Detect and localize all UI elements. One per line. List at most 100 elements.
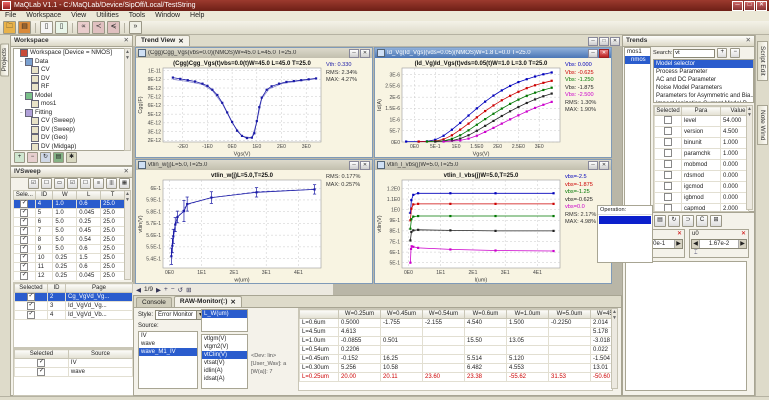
nav-reset[interactable]: ↺ (178, 286, 183, 294)
ivsweep-row[interactable]: ✓110.250.625.0 (14, 263, 125, 272)
iv-filter-icon[interactable]: ▭ (54, 178, 65, 189)
parameter-row[interactable]: level54.000 (655, 116, 750, 127)
category-list-item[interactable]: Parameters for Asymmetric and Bia... (654, 92, 753, 100)
quantity-list-item[interactable]: vtlgm(V) (202, 335, 247, 343)
monitor-row[interactable]: L=1.0um-0.08550.50115.5013.05-3.018 (300, 337, 614, 346)
category-list-item[interactable]: Model selector (654, 60, 753, 68)
column-header[interactable]: T (101, 191, 125, 200)
source-row[interactable]: ✓wave (15, 368, 133, 377)
ivsweep-row[interactable]: ✓85.00.5425.0 (14, 236, 125, 245)
menu-view[interactable]: View (66, 11, 91, 21)
tuner-back-icon[interactable]: ⊃ (682, 215, 694, 227)
category-list-item[interactable]: Impact Ionization Current Model P... (654, 100, 753, 103)
column-header[interactable]: W=45.0um (591, 310, 614, 319)
model-list-item[interactable]: mos1 (625, 48, 650, 56)
ws-add-icon[interactable]: + (14, 152, 25, 163)
row-checkbox[interactable]: ✓ (20, 218, 28, 226)
connect-icon[interactable]: ≼ (107, 21, 120, 34)
ws-remove-icon[interactable]: − (27, 152, 38, 163)
row-checkbox[interactable] (664, 204, 672, 212)
nav-next[interactable]: ▶ (156, 286, 161, 294)
plot-window-titlebar[interactable]: vtlin_l_vbs(j)W=5.0,T=25.0─✕ (375, 160, 611, 170)
column-header[interactable]: Source (68, 350, 132, 359)
tree-item[interactable]: DV (Midgap) (14, 143, 124, 152)
menu-help[interactable]: Help (185, 11, 209, 21)
new-document-icon[interactable]: ▯ (40, 21, 53, 34)
quantity-list-item[interactable]: idlin(A) (202, 367, 247, 375)
tree-expander-icon[interactable]: − (19, 92, 24, 101)
iv-grid-icon[interactable]: ▦ (119, 178, 130, 189)
group-list-item[interactable]: L_W(um) (202, 310, 247, 318)
row-checkbox[interactable] (664, 138, 672, 146)
column-header[interactable] (300, 310, 339, 319)
plot-window-titlebar[interactable]: Id_Vg(Id_Vgs)(vds=0.05)(NMOS)W=1.8 L=0.0… (375, 48, 611, 58)
plot-window-titlebar[interactable]: (Cgg)Cgg_Vgs(vbs=0.0)(NMOS)W=45.0 L=45.0… (136, 48, 372, 58)
workspace-close-icon[interactable]: ✕ (124, 36, 129, 46)
column-header[interactable]: W=0.45um (381, 310, 423, 319)
monitor-row[interactable]: L=0.30um5.25610.586.4824.55313.01 (300, 364, 614, 373)
menu-workspace[interactable]: Workspace (21, 11, 66, 21)
import-data-icon[interactable]: ▯ (55, 21, 68, 34)
tuner-spinner[interactable]: ◀1.67e-2▶ (691, 239, 747, 249)
row-checkbox[interactable]: ✓ (20, 272, 28, 280)
plot-close-button[interactable]: ✕ (360, 49, 370, 58)
tree-item[interactable]: CV (Sweep) (14, 117, 124, 126)
quantity-list-item[interactable]: vtsat(V) (202, 359, 247, 367)
column-header[interactable]: W=1.0um (507, 310, 549, 319)
column-header[interactable]: W=0.6um (465, 310, 507, 319)
row-checkbox[interactable] (664, 116, 672, 124)
column-header[interactable]: L (77, 191, 101, 200)
tree-expander-icon[interactable]: − (19, 109, 24, 118)
plot-minimize-button[interactable]: ─ (349, 49, 359, 58)
search-input[interactable] (673, 49, 715, 58)
parameter-row[interactable]: igbmod0.000 (655, 193, 750, 204)
row-checkbox[interactable]: ✓ (20, 263, 28, 271)
tree-item[interactable]: DV (Sweep) (14, 126, 124, 135)
tuner-undo-icon[interactable]: ↻ (668, 215, 680, 227)
iv-uncheck-all-icon[interactable]: ☐ (41, 178, 52, 189)
parameter-row[interactable]: igcmod0.000 (655, 182, 750, 193)
style-dropdown[interactable]: Error Monitor ▾ (155, 310, 207, 320)
menu-file[interactable]: File (0, 11, 21, 21)
open-workspace-icon[interactable]: 🗀 (3, 21, 16, 34)
tab-raw-monitor[interactable]: RAW-Monitor(:) ✕ (174, 296, 242, 307)
row-checkbox[interactable] (664, 182, 672, 190)
row-checkbox[interactable] (664, 160, 672, 168)
quantity-list-item[interactable]: idsat(A) (202, 375, 247, 383)
nav-zoom-out[interactable]: − (171, 286, 175, 293)
iv-cols-icon[interactable]: ||| (106, 178, 117, 189)
monitor-scrollbar[interactable]: ▲▼ (611, 308, 618, 389)
row-checkbox[interactable]: ✓ (20, 200, 28, 208)
ivsweep-row[interactable]: ✓120.250.04525.0 (14, 272, 125, 281)
source-row[interactable]: ✓IV (15, 359, 133, 368)
monitor-row[interactable]: L=0.25um20.0020.1123.6023.38-55.6231.53-… (300, 373, 614, 382)
tuner-increment-icon[interactable]: ▶ (674, 240, 682, 248)
column-header[interactable]: Selected (655, 107, 682, 116)
parameter-row[interactable]: paramchk1.000 (655, 149, 750, 160)
ivsweep-row[interactable]: ✓100.251.525.0 (14, 254, 125, 263)
mdi-close-button[interactable]: ✕ (610, 37, 620, 46)
row-checkbox[interactable] (664, 193, 672, 201)
row-checkbox[interactable]: ✓ (20, 209, 28, 217)
note-vertical-tab[interactable]: Note Wind (757, 105, 768, 145)
iv-check-all-icon[interactable]: ☑ (28, 178, 39, 189)
tab-console[interactable]: Console (136, 297, 172, 307)
column-header[interactable]: W=0.54um (423, 310, 465, 319)
row-checkbox[interactable]: ✓ (20, 236, 28, 244)
parameter-scrollbar[interactable]: ▲▼ (746, 105, 753, 210)
tree-expander-icon[interactable]: − (19, 58, 24, 67)
search-remove-button[interactable]: − (730, 48, 740, 58)
row-checkbox[interactable]: ✓ (37, 368, 45, 376)
tree-group[interactable]: −Fitting (14, 109, 124, 118)
tree-item[interactable]: DV (Geo) (14, 134, 124, 143)
parameter-row[interactable]: binunit1.000 (655, 138, 750, 149)
tree-item[interactable]: DV (14, 75, 124, 84)
minimize-button[interactable]: ─ (732, 1, 743, 11)
ivsweep-row[interactable]: ✓95.00.625.0 (14, 245, 125, 254)
menu-utilities[interactable]: Utilities (91, 11, 124, 21)
menu-tools[interactable]: Tools (124, 11, 150, 21)
column-header[interactable]: Value (721, 107, 750, 116)
search-add-button[interactable]: + (717, 48, 727, 58)
tuner-grid-icon[interactable]: ⊞ (710, 215, 722, 227)
ivsweep-row[interactable]: ✓51.00.04525.0 (14, 209, 125, 218)
